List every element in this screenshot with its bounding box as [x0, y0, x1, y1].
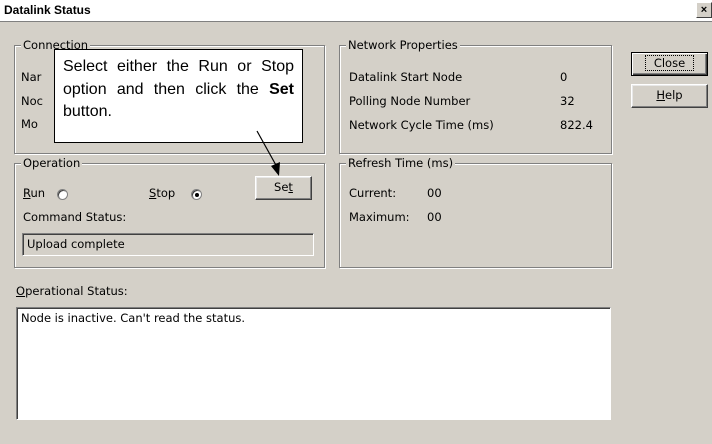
- callout-arrow-head: [271, 162, 280, 176]
- callout-arrow-line: [256, 130, 278, 168]
- datalink-status-dialog: Datalink Status × Connection Nar Noc Mo …: [0, 0, 712, 444]
- callout-arrow: [256, 130, 280, 176]
